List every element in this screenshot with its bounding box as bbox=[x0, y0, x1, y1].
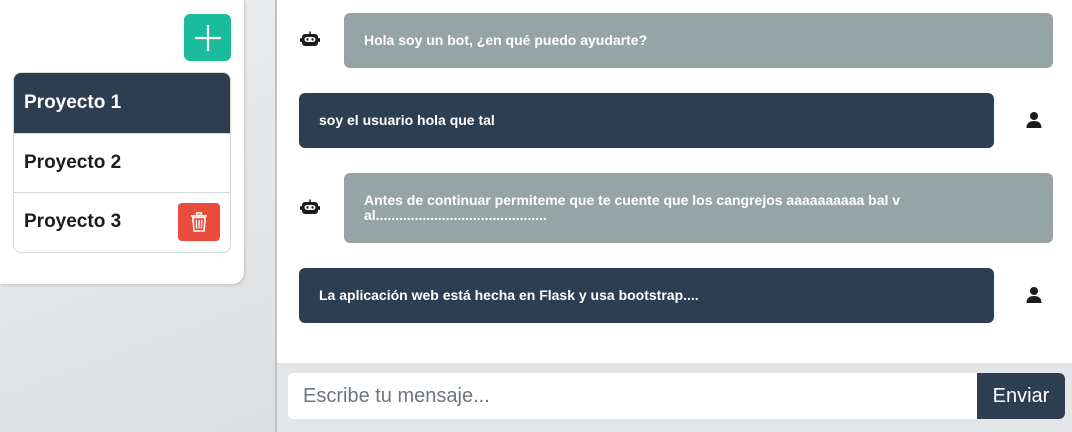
message-bubble: La aplicación web está hecha en Flask y … bbox=[299, 268, 994, 323]
message-bubble: soy el usuario hola que tal bbox=[299, 93, 994, 148]
plus-icon bbox=[194, 24, 221, 51]
send-button[interactable]: Enviar bbox=[977, 373, 1065, 419]
delete-project-button[interactable] bbox=[178, 203, 220, 242]
project-item-2[interactable]: Proyecto 2 bbox=[14, 132, 230, 193]
message-bubble: Antes de continuar permiteme que te cuen… bbox=[344, 173, 1053, 243]
project-label: Proyecto 2 bbox=[24, 151, 122, 173]
robot-icon bbox=[299, 197, 321, 219]
message-composer: Enviar bbox=[277, 363, 1072, 432]
user-icon bbox=[1023, 109, 1045, 131]
message-input[interactable] bbox=[288, 373, 978, 419]
trash-icon bbox=[191, 212, 207, 232]
project-label: Proyecto 1 bbox=[24, 91, 122, 113]
chat-messages: Hola soy un bot, ¿en qué puedo ayudarte?… bbox=[277, 0, 1072, 363]
project-item-3[interactable]: Proyecto 3 bbox=[14, 192, 230, 252]
project-item-1[interactable]: Proyecto 1 bbox=[14, 73, 230, 133]
user-icon bbox=[1023, 284, 1045, 306]
message-text: Antes de continuar permiteme que te cuen… bbox=[364, 191, 901, 223]
project-sidebar: Proyecto 1 Proyecto 2 Proyecto 3 bbox=[0, 0, 244, 284]
robot-icon bbox=[299, 29, 321, 51]
project-list: Proyecto 1 Proyecto 2 Proyecto 3 bbox=[13, 72, 231, 253]
project-label: Proyecto 3 bbox=[24, 211, 122, 233]
message-bubble: Hola soy un bot, ¿en qué puedo ayudarte? bbox=[344, 13, 1053, 68]
add-project-button[interactable] bbox=[184, 14, 231, 61]
